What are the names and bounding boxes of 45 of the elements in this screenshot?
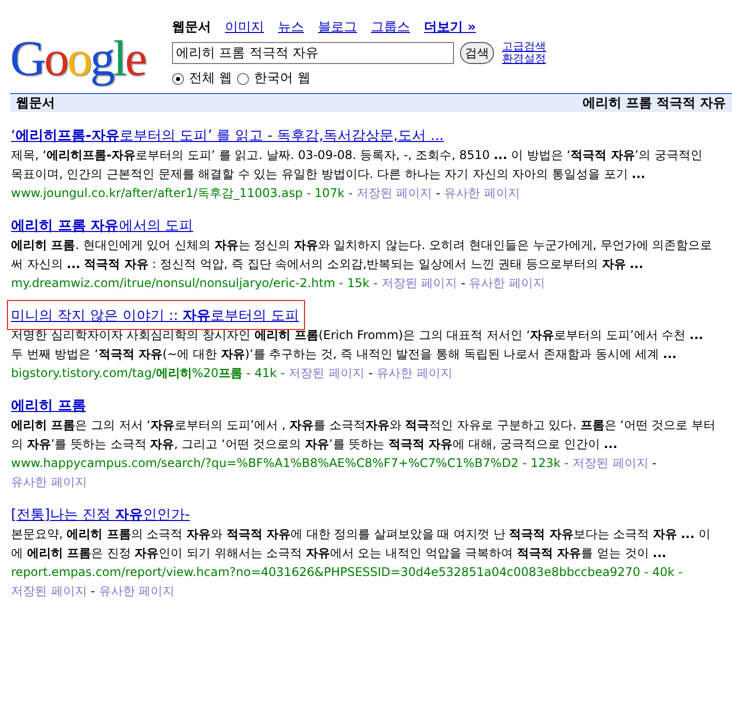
similar-link[interactable]: 유사한 페이지 [98, 584, 175, 598]
result-snippet: 에리히 프롬은 그의 저서 ‘자유로부터의 도피’에서 , 자유를 소극적자유와 적극적인 자유로 구분하고 있다. 프롬은 ‘어떤 것으로 부터의 자유’를 뜻하는 소극적 자유, 그리고 ‘어떤 것으로의 자유’를 뜻하는 적극적 자유에 대해, 궁극적으로 인간이 ... [11, 417, 717, 453]
result-snippet: 제목, ‘에리히프롬-자유로부터의 도피’ 를 읽고. 날짜. 03-09-08. 등록자, -, 조회수, 8510 ... 이 방법은 ‘적극적 자유’의 궁극적인 목표이며, 인간의 근본적인 문제를 해결할 수 있는 유일한 방법이다. 다른 하나는 자기 자신의 자아의 통일성을 포기 ... [11, 147, 704, 183]
radio-button[interactable] [237, 72, 250, 84]
nav-tab[interactable]: 뉴스 [278, 18, 304, 37]
separator: - [461, 276, 466, 290]
radio-label: 한국어 웹 [254, 70, 310, 88]
similar-link[interactable]: 유사한 페이지 [469, 276, 546, 290]
result-title-link[interactable]: ‘에리히프롬-자유로부터의 도피’ 를 읽고 - 독후감,독서감상문,도서 ... [11, 128, 444, 144]
similar-link[interactable]: 유사한 페이지 [376, 366, 452, 380]
search-field[interactable]: 에리히 프롬 적극적 자유 [172, 42, 454, 64]
result-title-link[interactable]: 미니의 작지 않은 이야기 :: 자유로부터의 도피 [11, 308, 300, 324]
cached-link[interactable]: 저장된 페이지 [572, 456, 648, 470]
nav-tab[interactable]: 웹문서 [172, 18, 211, 37]
similar-link[interactable]: 유사한 페이지 [11, 475, 87, 489]
separator: - [368, 366, 373, 380]
separator: - [652, 456, 656, 470]
results-bar-title: 웹문서 [16, 94, 55, 112]
result-snippet: 본문요약, 에리히 프롬의 소극적 자유와 적극적 자유에 대한 정의를 살펴보았을 때 여지껏 난 적극적 자유보다는 소극적 자유 ... 이에 에리히 프롬은 진정 자유인이 되기 위해서는 소극적 자유에서 오는 내적인 억압을 극복하여 적극적 자유를 얻는 것이 ... [11, 526, 712, 562]
result-snippet: 저명한 심리학자이자 사회심리학의 창시자인 에리히 프롬(Erich Fromm)은 그의 대표적 저서인 ‘자유로부터의 도피’에서 수천 ... 두 번째 방법은 ‘적극적 자유(~에 대한 자유)’를 추구하는 것, 즉 내적인 발전을 통해 독립된 나로서 존재함과 동시에 세계 ... [11, 327, 704, 363]
similar-link[interactable]: 유사한 페이지 [444, 186, 520, 200]
separator: - [90, 584, 95, 598]
result-snippet: 에리히 프롬. 현대인에게 있어 신체의 자유는 정신의 자유와 일치하지 않는다. 오히려 현대인들은 누군가에게, 무언가에 의존함으로써 자신의 ... 적극적 자유 : 정신적 억압, 즉 집단 속에서의 소외감,반복되는 일상에서 느낀 권태 등으로부터의 자유 ... [11, 237, 714, 273]
result-url: my.dreamwiz.com/itrue/nonsul/nonsuljaryo/eric-2.htm - 15k - [11, 276, 378, 290]
result-title-link[interactable]: [전통]나는 진정 자유인인가- [11, 507, 190, 523]
results-bar-query: 에리히 프롬 적극적 자유 [582, 94, 726, 112]
result-url: www.happycampus.com/search/?qu=%BF%A1%B8%AE%C8%F7+%C7%C1%B7%D2 - 123k - [11, 456, 569, 470]
result-url: report.empas.com/report/view.hcam?no=4031626&PHPSESSID=30d4e532851a04c0083e8bbccbea9270 - 40k - [11, 565, 683, 579]
settings-link[interactable]: 환경설정 [502, 53, 546, 65]
google-logo[interactable]: Google [10, 28, 160, 88]
radio-button[interactable] [172, 72, 184, 84]
nav-tab[interactable]: 이미지 [225, 18, 264, 37]
cached-link[interactable]: 저장된 페이지 [381, 276, 458, 290]
cached-link[interactable]: 저장된 페이지 [356, 186, 432, 200]
cached-link[interactable]: 저장된 페이지 [288, 366, 365, 380]
search-button[interactable]: 검색 [460, 42, 494, 64]
settings-link[interactable]: 고급검색 [502, 41, 546, 53]
nav-tab[interactable]: 그룹스 [371, 18, 410, 37]
radio-label: 전체 웹 [189, 70, 232, 88]
cached-link[interactable]: 저장된 페이지 [11, 584, 87, 598]
result-url: bigstory.tistory.com/tag/에리히%20프롬 - 41k - [11, 366, 285, 380]
result-url: www.joungul.co.kr/after/after1/독후감_11003.asp - 107k - [11, 186, 353, 200]
nav-tab[interactable]: 블로그 [318, 18, 357, 37]
more-link[interactable]: 더보기 » [424, 18, 476, 37]
separator: - [436, 186, 440, 200]
